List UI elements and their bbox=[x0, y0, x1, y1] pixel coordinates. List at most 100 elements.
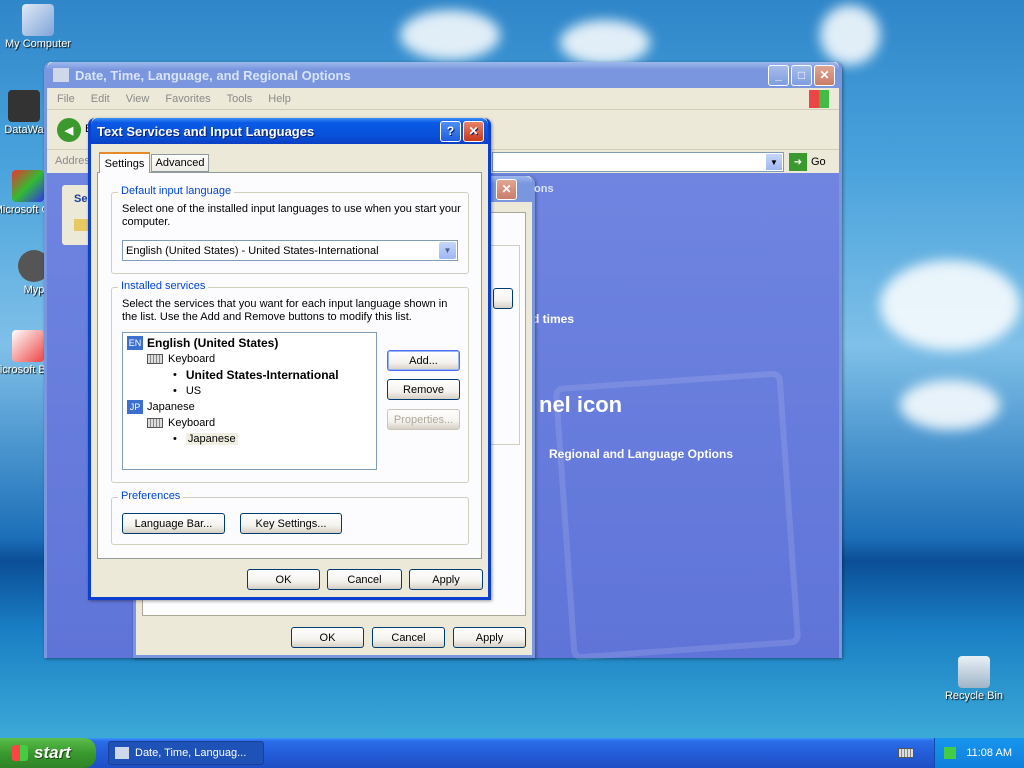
tree-layout[interactable]: • Japanese bbox=[173, 431, 238, 447]
installed-services-group: Installed services Select the services t… bbox=[111, 280, 469, 483]
keyboard-icon bbox=[147, 354, 163, 364]
text-services-dialog: Text Services and Input Languages ? ✕ Se… bbox=[88, 118, 491, 600]
clock[interactable]: 11:08 AM bbox=[966, 747, 1012, 759]
regional-options-link[interactable]: Regional and Language Options bbox=[549, 447, 733, 461]
properties-button[interactable]: Properties... bbox=[387, 409, 460, 430]
start-button[interactable]: start bbox=[0, 738, 96, 768]
start-label: start bbox=[34, 743, 71, 762]
cancel-button[interactable]: Cancel bbox=[372, 627, 445, 648]
taskbar-task-button[interactable]: Date, Time, Languag... bbox=[108, 741, 264, 765]
recycle-bin-icon bbox=[958, 656, 990, 688]
back-button[interactable]: ◀ bbox=[57, 118, 81, 142]
menu-edit[interactable]: Edit bbox=[91, 93, 110, 105]
inner-box bbox=[488, 245, 520, 445]
default-language-select[interactable]: English (United States) - United States-… bbox=[122, 240, 458, 261]
windows-logo-icon bbox=[809, 90, 829, 108]
tree-layout[interactable]: • US bbox=[173, 383, 201, 399]
tree-layout-label: Japanese bbox=[185, 433, 238, 445]
language-jp-icon: JP bbox=[127, 400, 143, 414]
tree-category-label: Keyboard bbox=[168, 353, 216, 365]
desktop-icon-recycle-bin[interactable]: Recycle Bin bbox=[936, 656, 1012, 702]
default-language-value: English (United States) - United States-… bbox=[126, 244, 379, 257]
address-label: Addres bbox=[55, 155, 90, 167]
desktop-icon-label: DataWa bbox=[4, 124, 44, 136]
cloud bbox=[400, 10, 500, 60]
close-button[interactable]: ✕ bbox=[814, 64, 835, 86]
go-label: Go bbox=[811, 156, 826, 168]
system-tray: 11:08 AM bbox=[934, 738, 1024, 768]
dialog-titlebar[interactable]: Text Services and Input Languages ? ✕ bbox=[91, 118, 488, 144]
cloud bbox=[880, 260, 1020, 350]
menu-favorites[interactable]: Favorites bbox=[165, 93, 210, 105]
group-legend: Installed services bbox=[118, 280, 209, 292]
minimize-button[interactable]: _ bbox=[768, 64, 789, 86]
shortcut-icon bbox=[12, 170, 44, 202]
panel-heading: nel icon bbox=[539, 392, 623, 417]
ok-button[interactable]: OK bbox=[247, 569, 320, 590]
network-icon[interactable] bbox=[944, 747, 957, 759]
settings-page: Default input language Select one of the… bbox=[97, 172, 482, 559]
menu-view[interactable]: View bbox=[126, 93, 150, 105]
cloud bbox=[560, 20, 650, 65]
tree-language-label: Japanese bbox=[147, 401, 195, 413]
tree-category[interactable]: Keyboard bbox=[147, 415, 215, 431]
customize-button[interactable] bbox=[493, 288, 513, 309]
desktop-icon-label: Recycle Bin bbox=[944, 690, 1004, 702]
windows-flag-icon bbox=[12, 745, 28, 761]
installed-services-tree[interactable]: EN English (United States) Keyboard • Un… bbox=[122, 332, 377, 470]
tree-language-en[interactable]: EN English (United States) bbox=[127, 335, 278, 351]
remove-button[interactable]: Remove bbox=[387, 379, 460, 400]
key-settings-button[interactable]: Key Settings... bbox=[240, 513, 342, 534]
menu-tools[interactable]: Tools bbox=[227, 93, 253, 105]
task-label: Date, Time, Languag... bbox=[135, 747, 247, 759]
tree-layout-selected[interactable]: • United States-International bbox=[173, 367, 339, 383]
keyboard-icon[interactable] bbox=[898, 748, 914, 758]
add-button[interactable]: Add... bbox=[387, 350, 460, 371]
go-button[interactable]: ➜ Go bbox=[789, 153, 826, 171]
window-icon bbox=[115, 747, 129, 759]
shortcut-icon bbox=[8, 90, 40, 122]
desktop-icon-my-computer[interactable]: My Computer bbox=[0, 4, 76, 50]
tree-language-jp[interactable]: JP Japanese bbox=[127, 399, 195, 415]
window-titlebar[interactable]: Date, Time, Language, and Regional Optio… bbox=[47, 62, 839, 88]
close-button[interactable]: ✕ bbox=[496, 178, 517, 200]
desktop-icon-label: My Computer bbox=[4, 38, 72, 50]
sidebar-label: Se bbox=[74, 193, 88, 205]
address-dropdown-button[interactable]: ▼ bbox=[766, 154, 782, 170]
tab-advanced[interactable]: Advanced bbox=[151, 154, 209, 172]
cancel-button[interactable]: Cancel bbox=[327, 569, 402, 590]
go-arrow-icon: ➜ bbox=[789, 153, 807, 171]
language-bar-button[interactable]: Language Bar... bbox=[122, 513, 225, 534]
dialog-title: Text Services and Input Languages bbox=[97, 123, 315, 139]
maximize-button[interactable]: □ bbox=[791, 64, 812, 86]
language-en-icon: EN bbox=[127, 336, 143, 350]
keyboard-icon bbox=[147, 418, 163, 428]
group-legend: Default input language bbox=[118, 185, 235, 197]
tree-layout-label: United States-International bbox=[185, 368, 339, 382]
apply-button[interactable]: Apply bbox=[409, 569, 483, 590]
help-button[interactable]: ? bbox=[440, 120, 461, 142]
group-description: Select the services that you want for ea… bbox=[122, 298, 448, 323]
bullet: • bbox=[173, 369, 177, 381]
preferences-group: Preferences Language Bar... Key Settings… bbox=[111, 490, 469, 545]
window-title: Date, Time, Language, and Regional Optio… bbox=[75, 67, 351, 83]
tree-layout-label: US bbox=[185, 385, 202, 397]
group-description: Select one of the installed input langua… bbox=[122, 203, 461, 228]
tab-settings[interactable]: Settings bbox=[99, 152, 150, 173]
tree-category[interactable]: Keyboard bbox=[147, 351, 215, 367]
bullet: • bbox=[173, 433, 177, 445]
menu-file[interactable]: File bbox=[57, 93, 75, 105]
dialog-title-fragment: ons bbox=[534, 183, 554, 195]
bullet: • bbox=[173, 385, 177, 397]
menu-bar: File Edit View Favorites Tools Help bbox=[47, 88, 839, 110]
ok-button[interactable]: OK bbox=[291, 627, 364, 648]
default-language-group: Default input language Select one of the… bbox=[111, 185, 469, 274]
chevron-down-icon: ▼ bbox=[439, 242, 456, 259]
menu-help[interactable]: Help bbox=[268, 93, 291, 105]
close-button[interactable]: ✕ bbox=[463, 120, 484, 142]
desktop-icon-label: Myp bbox=[23, 284, 45, 296]
window-icon bbox=[53, 68, 69, 82]
panel-times-text: d times bbox=[532, 312, 575, 326]
address-input[interactable]: ▼ bbox=[492, 152, 784, 172]
apply-button[interactable]: Apply bbox=[453, 627, 526, 648]
